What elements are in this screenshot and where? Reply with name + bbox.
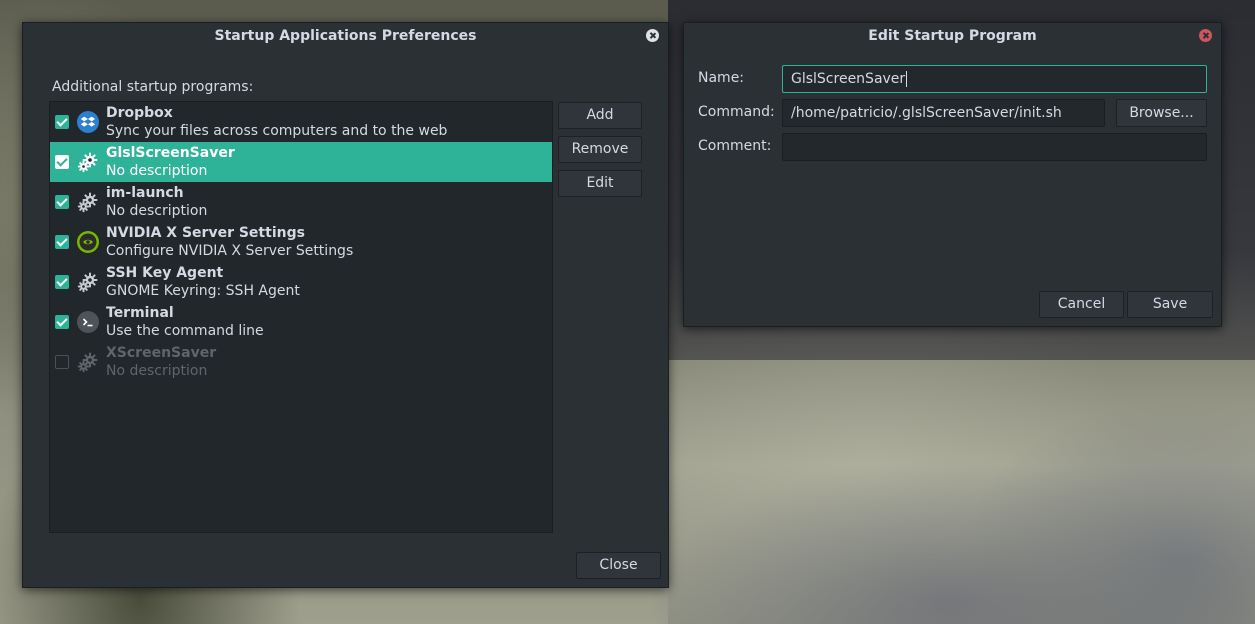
program-name: Terminal [106,305,174,321]
text-caret [906,71,908,87]
main-window-titlebar[interactable]: Startup Applications Preferences [23,23,668,49]
list-item[interactable]: im-launch No description [50,182,552,222]
checkbox-checked[interactable] [55,155,69,169]
section-label: Additional startup programs: [52,79,254,95]
save-button[interactable]: Save [1127,291,1213,318]
gear-icon [77,151,99,173]
program-name: im-launch [106,185,184,201]
checkbox-checked[interactable] [55,235,69,249]
command-field-value: /home/patricio/.glslScreenSaver/init.sh [791,105,1062,121]
program-description: Sync your files across computers and to … [106,123,448,139]
list-item[interactable]: NVIDIA X Server Settings Configure NVIDIA… [50,222,552,262]
program-description: No description [106,163,208,179]
command-field[interactable]: /home/patricio/.glslScreenSaver/init.sh [782,99,1105,127]
list-item[interactable]: SSH Key Agent GNOME Keyring: SSH Agent [50,262,552,302]
program-name: SSH Key Agent [106,265,224,281]
desktop-wallpaper-floor [668,360,1255,624]
remove-button[interactable]: Remove [558,136,642,163]
edit-dialog-close-icon[interactable] [1199,29,1212,42]
edit-button[interactable]: Edit [558,170,642,197]
edit-dialog-title: Edit Startup Program [868,28,1037,44]
edit-startup-program-dialog: Edit Startup Program Name: GlslScreenSav… [683,22,1222,327]
program-description: GNOME Keyring: SSH Agent [106,283,300,299]
checkbox-unchecked[interactable] [55,355,69,369]
startup-applications-window: Startup Applications Preferences Additio… [22,22,669,588]
edit-dialog-titlebar[interactable]: Edit Startup Program [684,23,1221,49]
nvidia-icon [77,231,99,253]
checkbox-checked[interactable] [55,315,69,329]
program-description: No description [106,363,208,379]
name-label: Name: [698,70,745,86]
program-name: XScreenSaver [106,345,217,361]
startup-program-list[interactable]: Dropbox Sync your files across computers … [49,101,553,533]
comment-field[interactable] [782,133,1207,161]
browse-button[interactable]: Browse... [1116,99,1207,127]
name-field-value: GlslScreenSaver [791,71,906,87]
program-description: Use the command line [106,323,264,339]
command-label: Command: [698,104,775,120]
gear-icon [77,191,99,213]
list-item[interactable]: XScreenSaver No description [50,342,552,382]
cancel-button[interactable]: Cancel [1039,291,1124,318]
comment-label: Comment: [698,138,772,154]
add-button[interactable]: Add [558,102,642,129]
program-name: NVIDIA X Server Settings [106,225,305,241]
checkbox-checked[interactable] [55,275,69,289]
close-button[interactable]: Close [576,552,661,579]
list-item[interactable]: Dropbox Sync your files across computers … [50,102,552,142]
name-field[interactable]: GlslScreenSaver [782,65,1207,93]
program-name: GlslScreenSaver [106,145,235,161]
gear-icon [77,351,99,373]
list-item[interactable]: Terminal Use the command line [50,302,552,342]
list-item[interactable]: GlslScreenSaver No description [50,142,552,182]
program-description: No description [106,203,208,219]
main-window-close-icon[interactable] [646,29,659,42]
program-description: Configure NVIDIA X Server Settings [106,243,354,259]
gear-icon [77,271,99,293]
dropbox-icon [77,111,99,133]
program-name: Dropbox [106,105,173,121]
main-window-title: Startup Applications Preferences [214,28,477,44]
checkbox-checked[interactable] [55,195,69,209]
checkbox-checked[interactable] [55,115,69,129]
terminal-icon [77,311,99,333]
